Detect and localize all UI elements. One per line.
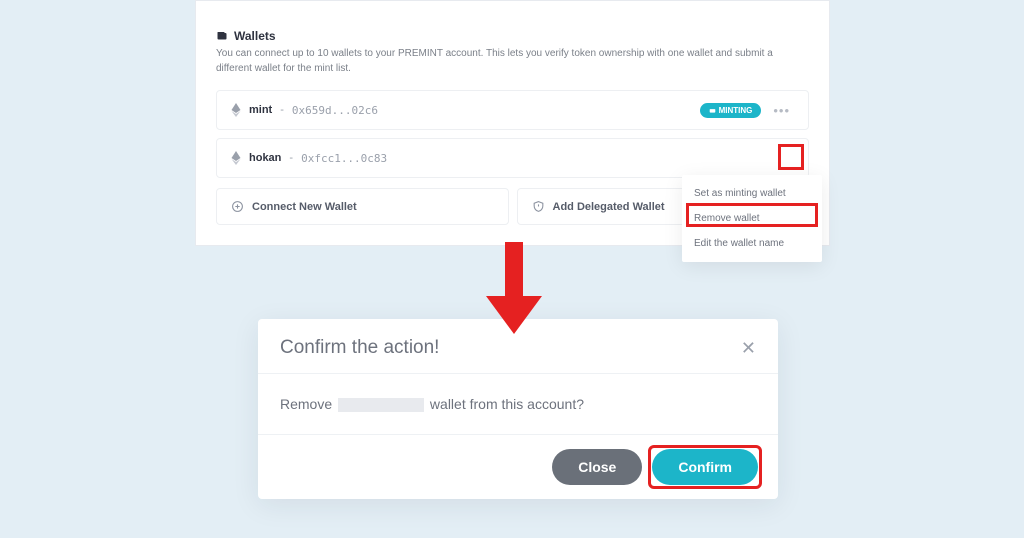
modal-body: Remove wallet from this account? [258,374,778,435]
separator: - [289,152,293,164]
dropdown-item-edit[interactable]: Edit the wallet name [682,231,822,256]
panel-title-row: Wallets [216,29,809,43]
more-icon[interactable]: ••• [769,103,794,118]
wallet-row: hokan - 0xfcc1...0c83 Set as minting wal… [216,138,809,178]
eth-icon [231,103,241,117]
confirm-label: Confirm [678,459,732,475]
wallet-name: mint [249,104,272,116]
minting-badge: MINTING [700,103,762,118]
close-icon[interactable]: ✕ [741,338,756,359]
wallet-address: 0x659d...02c6 [292,104,378,117]
confirm-modal: Confirm the action! ✕ Remove wallet from… [258,319,778,499]
add-delegated-label: Add Delegated Wallet [553,201,665,213]
wallet-icon [216,30,228,42]
arrow-down-icon [486,242,542,334]
connect-wallet-button[interactable]: Connect New Wallet [216,188,509,225]
confirm-button[interactable]: Confirm [652,449,758,485]
plus-circle-icon [231,200,244,213]
redacted-wallet-name [338,398,424,412]
badge-label: MINTING [719,106,753,115]
separator: - [280,104,284,116]
wallet-address: 0xfcc1...0c83 [301,152,387,165]
modal-body-prefix: Remove [280,396,332,412]
dropdown-item-set-minting[interactable]: Set as minting wallet [682,181,822,206]
wallet-name: hokan [249,152,281,164]
wallets-panel: Wallets You can connect up to 10 wallets… [195,0,830,246]
highlight-rectangle [778,144,804,170]
wallet-dropdown: Set as minting wallet Remove wallet Edit… [682,175,822,262]
panel-title: Wallets [234,29,276,43]
connect-wallet-label: Connect New Wallet [252,201,357,213]
dropdown-item-remove[interactable]: Remove wallet [682,206,822,231]
panel-description: You can connect up to 10 wallets to your… [216,47,796,76]
wallet-row: mint - 0x659d...02c6 MINTING ••• [216,90,809,130]
modal-footer: Close Confirm [258,435,778,499]
modal-body-suffix: wallet from this account? [430,396,584,412]
shield-icon [532,200,545,213]
close-button[interactable]: Close [552,449,642,485]
eth-icon [231,151,241,165]
modal-title: Confirm the action! [280,337,439,359]
